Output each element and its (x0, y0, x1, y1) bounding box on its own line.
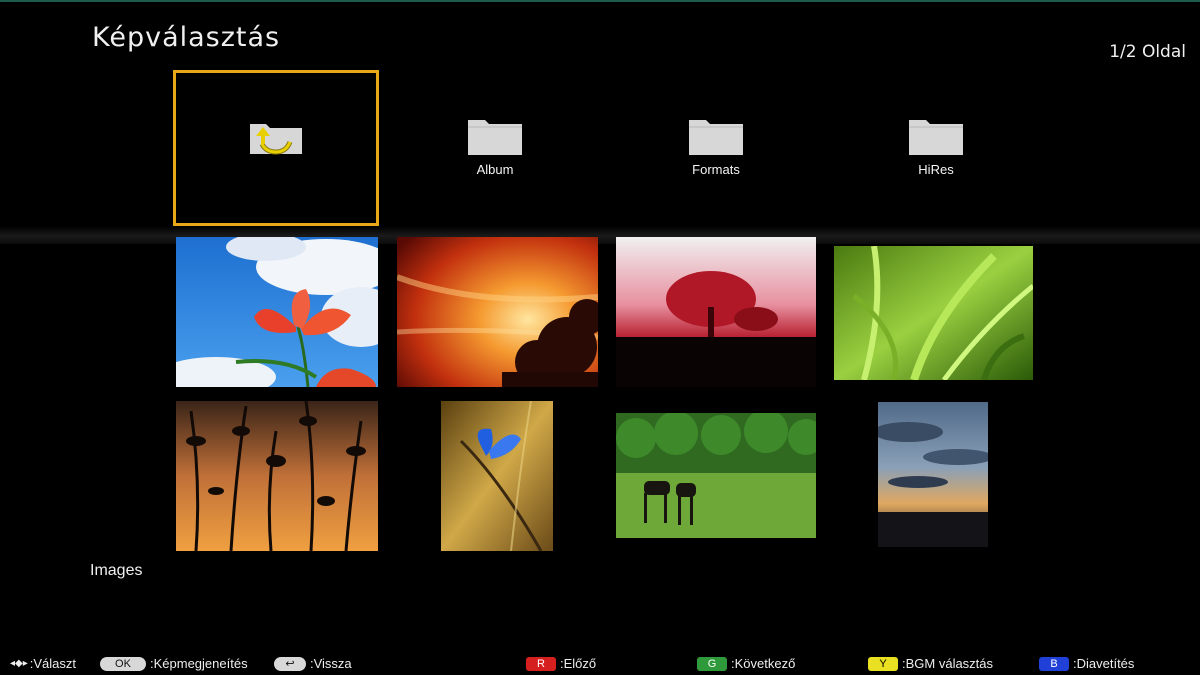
photo-thumbnail-flower-sky[interactable] (176, 237, 378, 387)
folder-label: HiRes (918, 162, 954, 177)
current-folder-label: Images (90, 562, 143, 579)
photo-image (834, 246, 1033, 380)
folder-album[interactable]: Album (392, 70, 598, 226)
photo-thumbnail-red-tree[interactable] (616, 237, 816, 387)
help-red-label: :Előző (560, 656, 597, 671)
folder-formats[interactable]: Formats (613, 70, 819, 226)
help-navigate-label: :Választ (29, 656, 76, 671)
help-blue-label: :Diavetítés (1073, 656, 1135, 671)
page-indicator: 1/2 Oldal (1109, 42, 1186, 62)
photo-image (616, 237, 816, 387)
photo-thumbnail-green-grass[interactable] (834, 246, 1033, 380)
photo-image (176, 237, 378, 387)
help-blue: B :Diavetítés (1039, 656, 1134, 671)
help-red: R :Előző (526, 656, 596, 671)
photo-image (878, 402, 988, 547)
photo-image (441, 401, 553, 551)
folder-up-button[interactable] (173, 70, 379, 226)
green-key-icon: G (697, 656, 727, 671)
photo-image (397, 237, 598, 387)
help-back-label: :Vissza (310, 656, 352, 671)
photo-thumbnail-horses-field[interactable] (616, 413, 816, 538)
folder-icon (689, 120, 743, 155)
help-yellow: Y :BGM választás (868, 656, 993, 671)
photo-thumbnail-cloudy-sunset[interactable] (878, 402, 988, 547)
back-key-icon: ↩ (274, 656, 306, 671)
top-accent-line (0, 0, 1200, 2)
ok-key-icon: OK (100, 656, 146, 671)
folder-label: Formats (692, 162, 740, 177)
page-title: Képválasztás (92, 22, 281, 53)
folder-hires[interactable]: HiRes (833, 70, 1039, 226)
photo-image (616, 413, 816, 538)
help-green-label: :Következő (731, 656, 796, 671)
photo-browser-screen: Képválasztás 1/2 Oldal Album Formats HiR… (0, 0, 1200, 675)
help-navigate: ◂◆▸ :Választ (10, 656, 76, 671)
photo-image (176, 401, 378, 551)
photo-thumbnail-sunset-sky[interactable] (397, 237, 598, 387)
help-back: ↩ :Vissza (274, 656, 352, 671)
photo-thumbnail-plant-silhouette[interactable] (176, 401, 378, 551)
photo-thumbnail-blue-butterfly[interactable] (441, 401, 553, 551)
red-key-icon: R (526, 656, 556, 671)
help-green: G :Következő (697, 656, 795, 671)
help-yellow-label: :BGM választás (902, 656, 994, 671)
blue-key-icon: B (1039, 656, 1069, 671)
folder-icon (909, 120, 963, 155)
folder-label: Album (476, 162, 514, 177)
help-ok-label: :Képmegjeneítés (150, 656, 248, 671)
dpad-arrows-icon: ◂◆▸ (10, 658, 28, 669)
remote-help-bar: ◂◆▸ :Választ OK :Képmegjeneítés ↩ :Vissz… (0, 654, 1200, 674)
help-ok: OK :Képmegjeneítés (100, 656, 248, 671)
folder-icon (468, 120, 522, 155)
yellow-key-icon: Y (868, 656, 898, 671)
folder-up-icon (250, 124, 302, 155)
